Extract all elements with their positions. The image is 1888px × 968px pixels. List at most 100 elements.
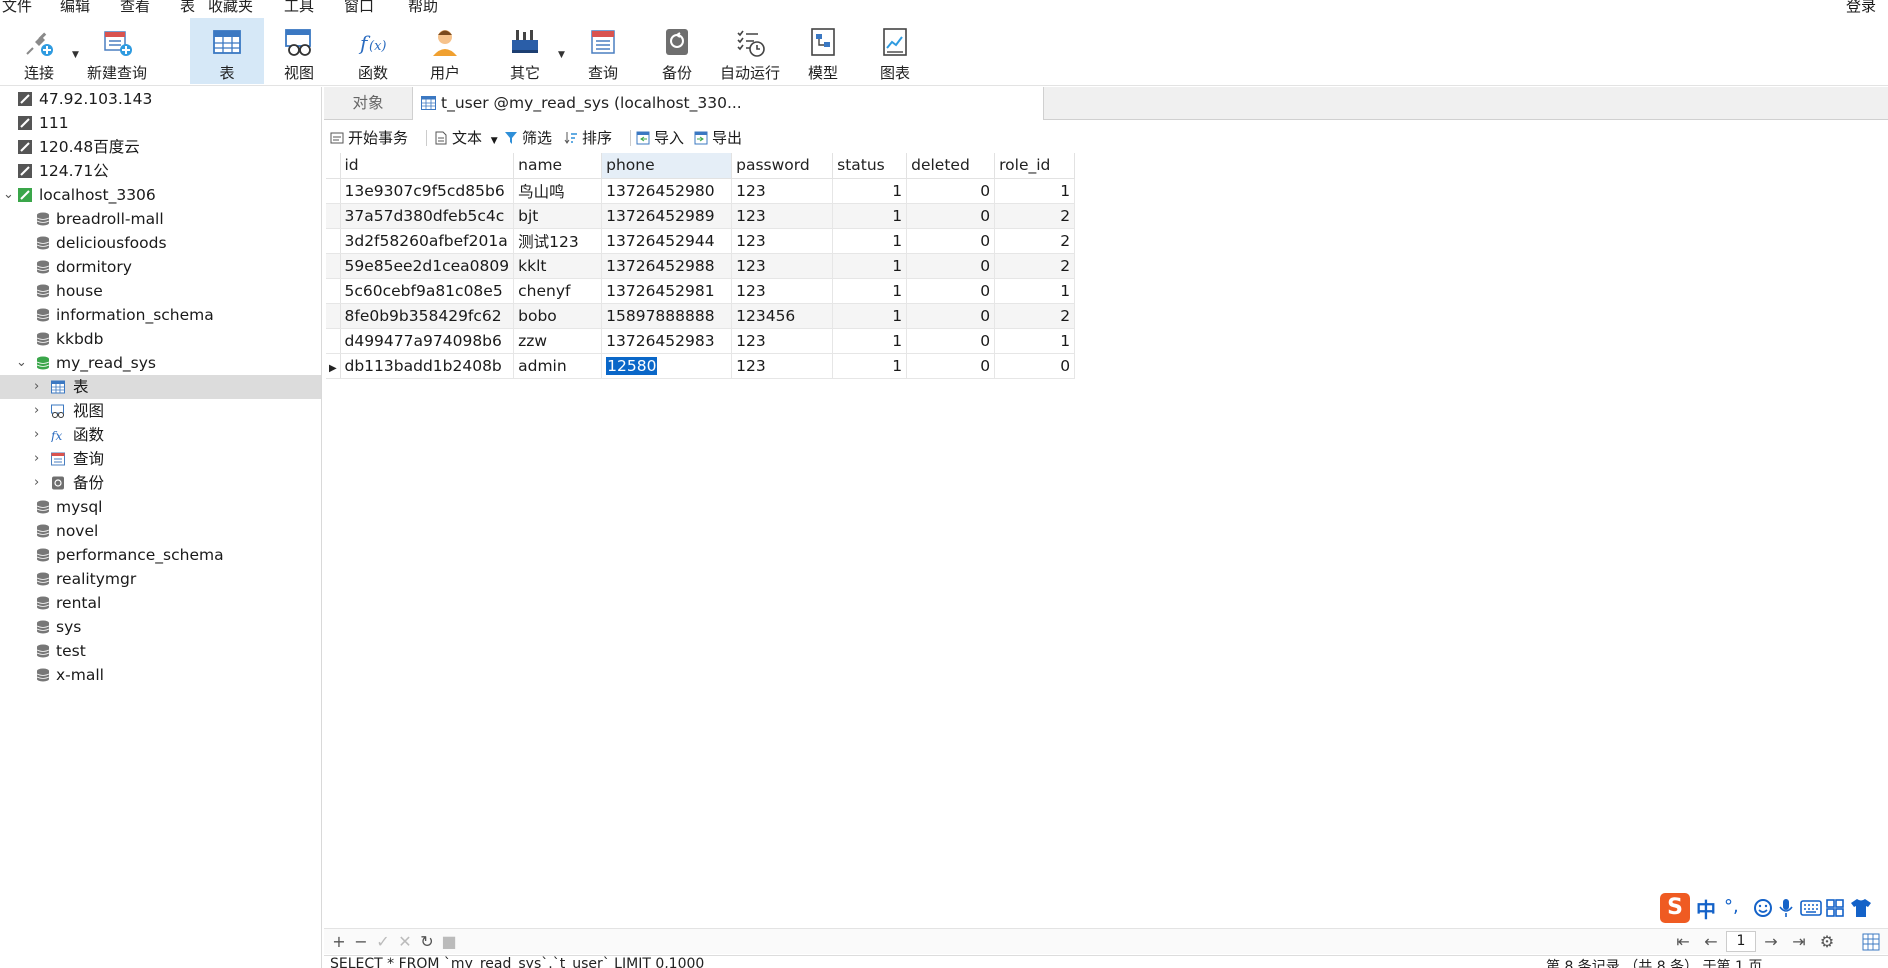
tree-node-functions[interactable]: › fx 函数	[0, 423, 321, 447]
cell-id[interactable]: 5c60cebf9a81c08e5	[340, 278, 515, 304]
cell-password[interactable]: 123	[731, 353, 834, 379]
chevron-right-icon[interactable]: ›	[34, 375, 39, 399]
chevron-right-icon[interactable]: ›	[34, 447, 39, 471]
sogou-logo[interactable]: S	[1660, 893, 1690, 923]
cell-password[interactable]: 123	[731, 178, 834, 204]
row-header[interactable]	[326, 178, 341, 204]
text-view-button[interactable]: 文本 ▼	[434, 127, 498, 149]
cell-id[interactable]: 8fe0b9b358429fc62	[340, 303, 515, 329]
tree-db-house[interactable]: house	[0, 279, 321, 303]
row-header[interactable]	[326, 253, 341, 279]
menu-view[interactable]: 查看	[120, 0, 150, 14]
tree-connection-124[interactable]: 124.71公	[0, 159, 321, 183]
cell-name[interactable]: 测试123	[513, 228, 603, 254]
tree-node-views[interactable]: › 视图	[0, 399, 321, 423]
column-header-role-id[interactable]: role_id	[994, 153, 1076, 179]
cell-role-id[interactable]: 1	[994, 328, 1076, 354]
cell-role-id[interactable]: 2	[994, 253, 1076, 279]
cell-deleted[interactable]: 0	[906, 253, 996, 279]
column-header-password[interactable]: password	[731, 153, 834, 179]
table-row[interactable]: 3d2f58260afbef201a 测试123 13726452944 123…	[326, 228, 1076, 254]
page-number-input[interactable]: 1	[1726, 931, 1756, 952]
cell-status[interactable]: 1	[832, 178, 908, 204]
stop-button[interactable]: ■	[440, 932, 458, 951]
cell-status[interactable]: 1	[832, 278, 908, 304]
export-button[interactable]: 导出	[694, 127, 742, 149]
ime-mode-toggle[interactable]: 中	[1696, 894, 1716, 923]
others-dropdown-caret[interactable]: ▼	[558, 50, 565, 60]
microphone-icon[interactable]	[1778, 898, 1794, 918]
apply-changes-button[interactable]: ✓	[374, 932, 392, 951]
last-page-button[interactable]: ⇥	[1790, 932, 1808, 951]
gear-icon[interactable]: ⚙	[1818, 932, 1836, 951]
tree-connection-47[interactable]: 47.92.103.143	[0, 87, 321, 111]
add-record-button[interactable]: +	[330, 932, 348, 951]
cell-deleted[interactable]: 0	[906, 203, 996, 229]
cell-editor-selection[interactable]: 12580	[606, 356, 658, 375]
cell-role-id[interactable]: 2	[994, 228, 1076, 254]
auto-run-button[interactable]: 自动运行	[712, 18, 788, 84]
login-link[interactable]: 登录	[1846, 0, 1876, 14]
cell-role-id[interactable]: 1	[994, 278, 1076, 304]
cell-password[interactable]: 123	[731, 203, 834, 229]
tree-node-queries[interactable]: › 查询	[0, 447, 321, 471]
connect-button[interactable]: 连接	[2, 18, 76, 84]
model-button[interactable]: 模型	[786, 18, 860, 84]
menu-file[interactable]: 文件	[2, 0, 32, 14]
cell-deleted[interactable]: 0	[906, 178, 996, 204]
row-header[interactable]	[326, 203, 341, 229]
grid-view-icon[interactable]	[1862, 933, 1880, 951]
column-header-phone[interactable]: phone	[601, 153, 733, 179]
cell-name[interactable]: zzw	[513, 328, 603, 354]
skin-shirt-icon[interactable]	[1850, 898, 1872, 918]
cell-deleted[interactable]: 0	[906, 278, 996, 304]
keyboard-icon[interactable]	[1800, 900, 1822, 916]
cell-name[interactable]: chenyf	[513, 278, 603, 304]
chevron-right-icon[interactable]: ›	[34, 399, 39, 423]
cell-deleted[interactable]: 0	[906, 303, 996, 329]
chevron-right-icon[interactable]: ›	[34, 471, 39, 495]
first-page-button[interactable]: ⇤	[1674, 932, 1692, 951]
cell-phone[interactable]: 13726452989	[601, 203, 733, 229]
table-row[interactable]: 59e85ee2d1cea0809 kklt 13726452988 123 1…	[326, 253, 1076, 279]
table-row[interactable]: 5c60cebf9a81c08e5 chenyf 13726452981 123…	[326, 278, 1076, 304]
menu-edit[interactable]: 编辑	[60, 0, 90, 14]
cell-password[interactable]: 123	[731, 228, 834, 254]
table-row[interactable]: 37a57d380dfeb5c4c bjt 13726452989 123 1 …	[326, 203, 1076, 229]
cell-role-id[interactable]: 0	[994, 353, 1076, 379]
tree-db-deliciousfoods[interactable]: deliciousfoods	[0, 231, 321, 255]
cell-phone[interactable]: 15897888888	[601, 303, 733, 329]
cell-name[interactable]: bobo	[513, 303, 603, 329]
cell-phone[interactable]: 13726452980	[601, 178, 733, 204]
cell-deleted[interactable]: 0	[906, 353, 996, 379]
column-header-deleted[interactable]: deleted	[906, 153, 996, 179]
cell-id[interactable]: db113badd1b2408b	[340, 353, 515, 379]
table-row[interactable]: d499477a974098b6 zzw 13726452983 123 1 0…	[326, 328, 1076, 354]
cell-name[interactable]: 鸟山鸣	[513, 178, 603, 204]
tree-db-x-mall[interactable]: x-mall	[0, 663, 321, 687]
cell-id[interactable]: 3d2f58260afbef201a	[340, 228, 515, 254]
cell-role-id[interactable]: 2	[994, 203, 1076, 229]
filter-button[interactable]: 筛选	[504, 127, 552, 149]
cell-name[interactable]: admin	[513, 353, 603, 379]
prev-page-button[interactable]: ←	[1702, 932, 1720, 951]
menu-table[interactable]: 表	[180, 0, 195, 14]
menu-tools[interactable]: 工具	[284, 0, 314, 14]
cell-status[interactable]: 1	[832, 253, 908, 279]
tree-db-my-read-sys[interactable]: ⌄ my_read_sys	[0, 351, 321, 375]
tree-db-realitymgr[interactable]: realitymgr	[0, 567, 321, 591]
cell-status[interactable]: 1	[832, 228, 908, 254]
menu-window[interactable]: 窗口	[344, 0, 374, 14]
query-button[interactable]: 查询	[566, 18, 640, 84]
cell-id[interactable]: 13e9307c9f5cd85b6	[340, 178, 515, 204]
tree-db-performance-schema[interactable]: performance_schema	[0, 543, 321, 567]
sort-button[interactable]: 排序	[564, 127, 612, 149]
tree-node-tables[interactable]: › 表	[0, 375, 321, 399]
tree-db-test[interactable]: test	[0, 639, 321, 663]
others-button[interactable]: 其它	[488, 18, 562, 84]
cell-name[interactable]: kklt	[513, 253, 603, 279]
tree-connection-localhost[interactable]: ⌄ localhost_3306	[0, 183, 321, 207]
tree-db-breadroll-mall[interactable]: breadroll-mall	[0, 207, 321, 231]
cell-id[interactable]: d499477a974098b6	[340, 328, 515, 354]
cell-status[interactable]: 1	[832, 328, 908, 354]
